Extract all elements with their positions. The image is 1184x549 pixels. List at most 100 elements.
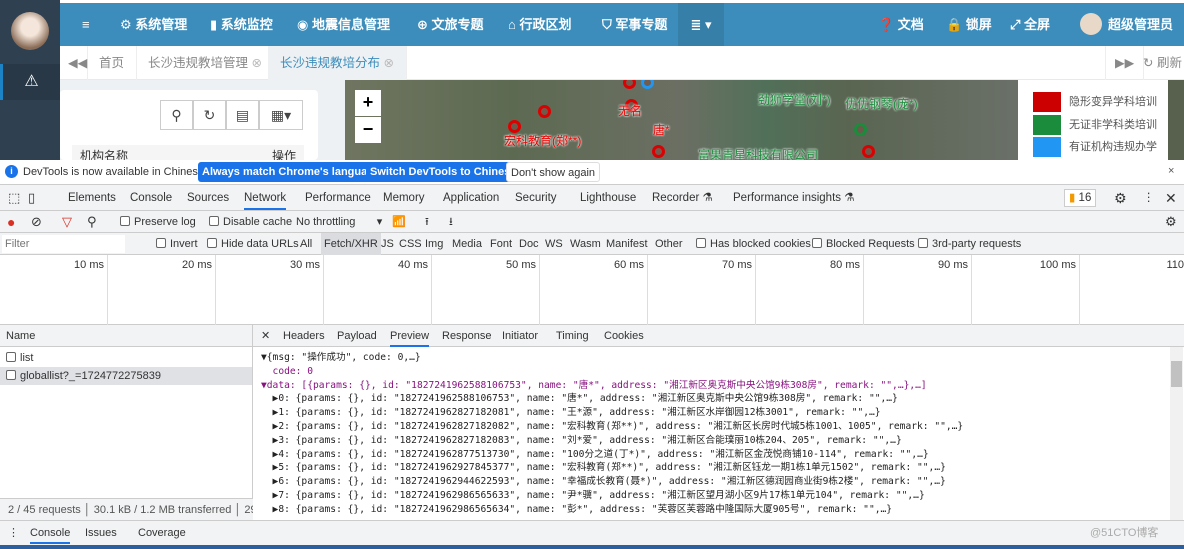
page-scrollbar[interactable]: [1168, 80, 1184, 160]
tab-training-distribution[interactable]: 长沙违规教培分布 ⊗: [268, 46, 407, 80]
nav-more-dropdown[interactable]: ≣ ▾: [678, 3, 724, 46]
detail-tab-payload[interactable]: Payload: [337, 325, 377, 347]
devtools-tab-console[interactable]: Console: [130, 185, 172, 211]
export-icon[interactable]: ▤: [226, 100, 259, 130]
drawer-tab-console[interactable]: Console: [30, 522, 71, 544]
clear-icon[interactable]: ⊘: [31, 211, 42, 233]
record-icon[interactable]: ●: [7, 211, 15, 233]
search-icon[interactable]: ⚲: [87, 211, 97, 233]
devtools-tab-performance[interactable]: Performance: [305, 185, 371, 211]
close-icon[interactable]: ⊗: [384, 56, 394, 70]
nav-admin-division[interactable]: ⌂ 行政区划: [508, 3, 571, 46]
detail-tab-headers[interactable]: Headers: [283, 325, 325, 347]
close-icon[interactable]: ×: [1168, 165, 1174, 177]
name-column-header[interactable]: Name: [0, 325, 252, 347]
timeline-overview[interactable]: 10 ms 20 ms 30 ms 40 ms 50 ms 60 ms 70 ms 80 ms…: [0, 255, 1184, 325]
avatar[interactable]: [11, 12, 49, 50]
issues-badge[interactable]: ▮ 16: [1064, 189, 1097, 207]
filter-input[interactable]: [2, 235, 125, 253]
json-line[interactable]: ▶3: {params: {}, id: "182724196282718208…: [261, 434, 902, 448]
tabs-scroll-left[interactable]: ◀◀: [60, 46, 88, 80]
nav-earthquake[interactable]: ◉ 地震信息管理: [297, 3, 390, 46]
filter-type-wasm[interactable]: Wasm: [570, 233, 601, 255]
json-line[interactable]: ▶6: {params: {}, id: "182724196294462259…: [261, 475, 946, 489]
filter-type-doc[interactable]: Doc: [519, 233, 539, 255]
drawer-tab-coverage[interactable]: Coverage: [138, 522, 186, 544]
request-row-selected[interactable]: globallist?_=1724772275839: [0, 367, 252, 385]
map-marker[interactable]: [641, 80, 654, 89]
zoom-in-button[interactable]: +: [355, 90, 381, 116]
preview-scrollbar[interactable]: [1170, 347, 1183, 520]
json-line[interactable]: ▶4: {params: {}, id: "182724196287751373…: [261, 448, 929, 462]
columns-icon[interactable]: ▦▾: [259, 100, 303, 130]
devtools-tab-lighthouse[interactable]: Lighthouse: [580, 185, 636, 211]
device-toggle-icon[interactable]: ▯: [28, 185, 35, 211]
match-language-button[interactable]: Always match Chrome's language: [198, 162, 385, 182]
blocked-requests-checkbox[interactable]: Blocked Requests: [812, 233, 915, 255]
map-marker[interactable]: [623, 80, 636, 89]
devtools-tab-performance[interactable]: Performance insights ⚗: [733, 185, 855, 211]
filter-type-other[interactable]: Other: [655, 233, 683, 255]
user-avatar[interactable]: [1080, 13, 1102, 35]
map-marker[interactable]: [854, 123, 867, 136]
devtools-tab-application[interactable]: Application: [443, 185, 499, 211]
detail-tab-initiator[interactable]: Initiator: [502, 325, 538, 347]
menu-toggle[interactable]: ≡: [82, 3, 90, 46]
devtools-tab-elements[interactable]: Elements: [68, 185, 116, 211]
network-conditions-icon[interactable]: 📶: [392, 211, 406, 233]
map-marker[interactable]: [538, 105, 551, 118]
filter-type-js[interactable]: JS: [381, 233, 394, 255]
filter-type-ws[interactable]: WS: [545, 233, 563, 255]
filter-type-fetch-xhr[interactable]: Fetch/XHR: [321, 233, 381, 255]
filter-type-manifest[interactable]: Manifest: [606, 233, 648, 255]
user-name[interactable]: 超级管理员: [1108, 3, 1173, 46]
json-line[interactable]: ▼data: [{params: {}, id: "18272419625881…: [261, 379, 927, 393]
warning-icon[interactable]: ⚠: [0, 64, 60, 100]
filter-icon[interactable]: ▽: [62, 211, 72, 233]
detail-tab-response[interactable]: Response: [442, 325, 492, 347]
json-line[interactable]: code: 0: [261, 365, 313, 379]
tab-home[interactable]: 首页: [87, 46, 138, 80]
filter-type-css[interactable]: CSS: [399, 233, 422, 255]
filter-type-font[interactable]: Font: [490, 233, 512, 255]
preserve-log-checkbox[interactable]: Preserve log: [120, 211, 196, 233]
more-icon[interactable]: ⋮: [1143, 185, 1155, 211]
close-detail-icon[interactable]: ✕: [261, 325, 270, 347]
detail-tab-timing[interactable]: Timing: [556, 325, 589, 347]
devtools-tab-recorder[interactable]: Recorder ⚗: [652, 185, 713, 211]
map-marker[interactable]: [652, 145, 665, 158]
settings-icon[interactable]: ⚙: [1114, 185, 1127, 211]
nav-docs[interactable]: ❓ 文档: [878, 3, 924, 46]
nav-lock-screen[interactable]: 🔒 锁屏: [946, 3, 992, 46]
drawer-tab-issues[interactable]: Issues: [85, 522, 117, 544]
detail-tab-cookies[interactable]: Cookies: [604, 325, 644, 347]
detail-tab-preview[interactable]: Preview: [390, 325, 430, 347]
drawer-menu-icon[interactable]: ⋮: [8, 522, 19, 544]
filter-type-img[interactable]: Img: [425, 233, 443, 255]
blocked-cookies-checkbox[interactable]: Has blocked cookies: [696, 233, 811, 255]
export-har-icon[interactable]: ⭳: [449, 211, 453, 233]
close-devtools-icon[interactable]: ✕: [1165, 185, 1177, 211]
close-icon[interactable]: ⊗: [252, 56, 262, 70]
switch-chinese-button[interactable]: Switch DevTools to Chinese: [366, 162, 521, 182]
nav-culture-tourism[interactable]: ⊕ 文旅专题: [417, 3, 484, 46]
nav-military[interactable]: ⛉ 军事专题: [602, 3, 667, 46]
nav-system-management[interactable]: ⚙ 系统管理: [120, 3, 187, 46]
map-marker[interactable]: [862, 145, 875, 158]
hide-data-urls-checkbox[interactable]: Hide data URLs: [207, 233, 299, 255]
inspect-icon[interactable]: ⬚: [8, 185, 20, 211]
throttling-select[interactable]: No throttling ▾: [296, 211, 382, 233]
filter-type-media[interactable]: Media: [452, 233, 482, 255]
nav-fullscreen[interactable]: ⤢ 全屏: [1010, 3, 1050, 46]
devtools-tab-sources[interactable]: Sources: [187, 185, 229, 211]
filter-type-all[interactable]: All: [300, 233, 312, 255]
json-line[interactable]: ▶1: {params: {}, id: "182724196282718208…: [261, 406, 881, 420]
network-settings-icon[interactable]: ⚙: [1165, 211, 1177, 233]
json-line[interactable]: ▶7: {params: {}, id: "182724196298656563…: [261, 489, 925, 503]
json-root[interactable]: ▼{msg: "操作成功", code: 0,…}: [261, 351, 421, 365]
nav-system-monitor[interactable]: ▮ 系统监控: [210, 3, 273, 46]
tab-training-management[interactable]: 长沙违规教培管理 ⊗: [136, 46, 275, 80]
devtools-tab-security[interactable]: Security: [515, 185, 557, 211]
import-har-icon[interactable]: ⭱: [425, 211, 429, 233]
zoom-out-button[interactable]: −: [355, 117, 381, 143]
